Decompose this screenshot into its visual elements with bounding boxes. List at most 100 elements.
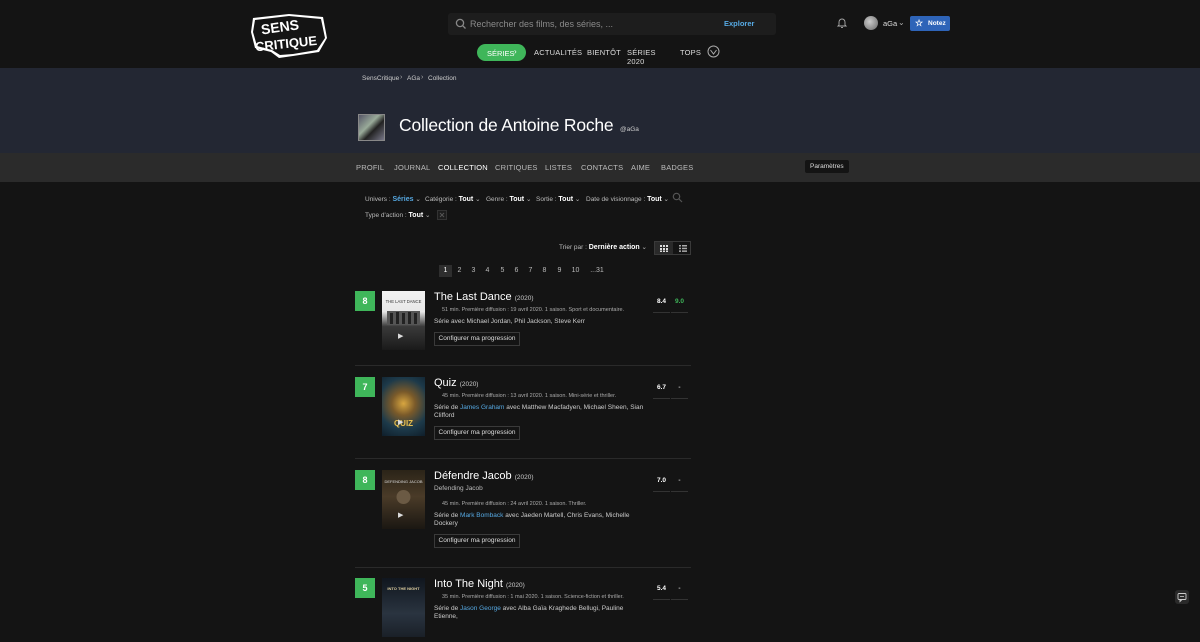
chevron-down-icon: ⌄: [415, 196, 421, 203]
user-rating-badge[interactable]: 5: [355, 578, 375, 598]
filter-categorie[interactable]: Catégorie : Tout ⌄: [425, 195, 481, 203]
item-meta: 35 min. Première diffusion : 1 mai 2020.…: [442, 594, 624, 600]
chevron-down-icon: ⌄: [574, 196, 581, 203]
item-meta: 45 min. Première diffusion : 24 avril 20…: [442, 501, 587, 507]
tab-contacts[interactable]: CONTACTS: [581, 163, 623, 172]
poster-art: DEFENDING JACOB: [384, 479, 423, 504]
chevron-right-icon: ›: [514, 47, 517, 56]
tab-aime[interactable]: AIME: [631, 163, 650, 172]
search-icon[interactable]: [672, 192, 683, 203]
page-6[interactable]: 6: [513, 265, 520, 277]
poster-art: QUIZ: [394, 419, 413, 428]
senscritique-logo[interactable]: SENS CRITIQUE: [249, 12, 329, 58]
page-1[interactable]: 1: [439, 265, 452, 277]
item-title[interactable]: Défendre Jacob: [434, 470, 512, 482]
page-5[interactable]: 5: [499, 265, 506, 277]
creator-link[interactable]: Mark Bomback: [460, 512, 503, 519]
tab-profil[interactable]: PROFIL: [356, 163, 384, 172]
chevron-right-icon: ›: [421, 74, 424, 81]
page-title: Collection de Antoine Roche: [399, 115, 614, 135]
notez-button[interactable]: ☆ Notez: [910, 16, 950, 31]
chevron-down-icon: ⌄: [663, 196, 669, 203]
item-title[interactable]: Into The Night: [434, 578, 503, 590]
list-view-icon[interactable]: [679, 245, 687, 252]
settings-button[interactable]: Paramètres: [805, 160, 849, 173]
poster-image[interactable]: THE LAST DANCE ▶: [382, 291, 425, 350]
explorer-link[interactable]: Explorer: [724, 19, 754, 28]
nav-item-series-2020[interactable]: SÉRIES 2020: [627, 48, 656, 66]
creator-link[interactable]: Jason George: [460, 605, 501, 612]
search-input[interactable]: [470, 15, 710, 33]
poster-art: INTO THE NIGHT: [387, 586, 420, 591]
avatar: [864, 16, 878, 30]
average-score: 8.4: [653, 296, 670, 313]
divider: [355, 365, 691, 366]
filter-type-action[interactable]: Type d'action : Tout ⌄: [365, 211, 431, 219]
breadcrumb-item-aga[interactable]: AGa: [407, 75, 420, 82]
cast-text: Série avec Michael Jordan, Phil Jackson,…: [434, 318, 586, 325]
user-name: aGa: [883, 19, 898, 28]
tab-critiques[interactable]: CRITIQUES: [495, 163, 538, 172]
cast-prefix: Série de: [434, 512, 461, 519]
friends-score: 9.0: [671, 296, 688, 313]
item-title[interactable]: Quiz: [434, 377, 457, 389]
list-item: 7 QUIZ ▶ Quiz (2020) 45 min. Première di…: [355, 377, 691, 459]
tab-journal[interactable]: JOURNAL: [394, 163, 430, 172]
list-item: 8 THE LAST DANCE ▶ The Last Dance (2020)…: [355, 291, 691, 366]
user-rating-badge[interactable]: 8: [355, 470, 375, 490]
play-icon: ▶: [398, 333, 404, 340]
page-last[interactable]: ...31: [588, 265, 606, 277]
page-9[interactable]: 9: [556, 265, 563, 277]
user-rating-badge[interactable]: 7: [355, 377, 375, 397]
poster-image[interactable]: DEFENDING JACOB ▶: [382, 470, 425, 529]
configure-progress-button[interactable]: Configurer ma progression: [434, 534, 520, 548]
nav-item-tops[interactable]: TOPS: [680, 48, 701, 57]
item-title-line: Quiz (2020): [434, 377, 478, 389]
user-rating-badge[interactable]: 8: [355, 291, 375, 311]
filter-univers-label: Univers :: [365, 196, 391, 203]
page-4[interactable]: 4: [484, 265, 491, 277]
reset-icon[interactable]: [437, 210, 447, 220]
badge-icon[interactable]: [707, 45, 720, 58]
item-title-line: The Last Dance (2020): [434, 291, 534, 303]
average-score: 5.4: [653, 583, 670, 600]
friends-score: -: [671, 583, 688, 600]
filter-type-label: Type d'action :: [365, 212, 407, 219]
nav-series-button[interactable]: SÉRIES ›: [477, 44, 526, 61]
page-10[interactable]: 10: [570, 265, 581, 277]
breadcrumb-item-senscritique[interactable]: SensCritique: [362, 75, 399, 82]
settings-label: Paramètres: [810, 163, 844, 170]
poster-title-text: QUIZ: [394, 419, 413, 428]
page-2[interactable]: 2: [456, 265, 463, 277]
sort-select[interactable]: Trier par : Dernière action ⌄: [559, 243, 647, 251]
creator-link[interactable]: James Graham: [460, 404, 504, 411]
tab-collection[interactable]: COLLECTION: [438, 163, 488, 172]
profile-avatar[interactable]: [358, 114, 385, 141]
divider: [355, 458, 691, 459]
page-8[interactable]: 8: [541, 265, 548, 277]
poster-image[interactable]: INTO THE NIGHT: [382, 578, 425, 637]
item-year: (2020): [514, 295, 534, 302]
configure-progress-button[interactable]: Configurer ma progression: [434, 426, 520, 440]
poster-image[interactable]: QUIZ ▶: [382, 377, 425, 436]
page-7[interactable]: 7: [527, 265, 534, 277]
filter-sortie[interactable]: Sortie : Tout ⌄: [536, 195, 581, 203]
page-3[interactable]: 3: [470, 265, 477, 277]
item-year: (2020): [459, 381, 479, 388]
configure-progress-button[interactable]: Configurer ma progression: [434, 332, 520, 346]
chevron-down-icon: ⌄: [898, 18, 905, 27]
chat-button[interactable]: [1175, 590, 1189, 604]
tab-listes[interactable]: LISTES: [545, 163, 572, 172]
nav-item-bientot[interactable]: BIENTÔT: [587, 48, 621, 57]
filter-date-visionnage[interactable]: Date de visionnage : Tout ⌄: [586, 195, 670, 203]
filter-categorie-value: Tout: [458, 196, 474, 203]
nav-item-actualites[interactable]: ACTUALITÉS: [534, 48, 582, 57]
chat-icon: [1177, 593, 1187, 603]
bell-icon[interactable]: [836, 17, 848, 29]
item-title[interactable]: The Last Dance: [434, 291, 512, 303]
item-year: (2020): [505, 582, 525, 589]
filter-univers[interactable]: Univers : Séries ⌄: [365, 195, 421, 203]
profile-handle: @aGa: [620, 126, 639, 133]
filter-genre[interactable]: Genre : Tout ⌄: [486, 195, 532, 203]
tab-badges[interactable]: BADGES: [661, 163, 693, 172]
